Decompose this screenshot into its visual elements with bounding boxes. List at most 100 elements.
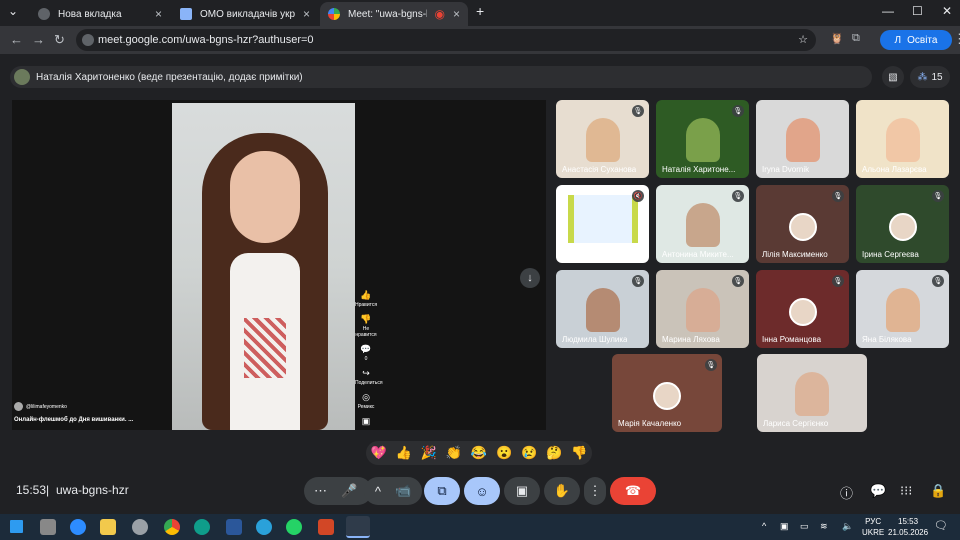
wifi-icon[interactable]: ≋ [820, 521, 828, 532]
participant-tile[interactable]: 🎙 Ірина Сергеєва [856, 185, 949, 263]
reaction-emoji-button[interactable]: 👎 [571, 445, 587, 461]
presented-video[interactable] [172, 103, 355, 430]
chrome-active-icon[interactable] [346, 516, 370, 538]
url-field[interactable]: meet.google.com/uwa-bgns-hzr?authuser=0 … [76, 29, 816, 51]
participant-tile[interactable]: 🎙 Яна Білякова [856, 270, 949, 348]
leave-call-button[interactable]: ☎ [610, 477, 656, 505]
participant-tile[interactable]: 🎙 Лілія Максименко [756, 185, 849, 263]
minimize-button[interactable]: — [882, 4, 894, 18]
participant-name: Марія Качаленко [618, 419, 682, 428]
emoji-button[interactable]: ☺ [464, 477, 500, 505]
like-icon[interactable]: 👍 [355, 290, 377, 301]
tab-search-icon[interactable]: ⌄ [8, 4, 18, 18]
tab-omo[interactable]: ОМО викладачів української × [172, 2, 318, 26]
volume-icon[interactable]: 🔈 [842, 521, 853, 532]
powerpoint-icon[interactable] [318, 519, 334, 535]
edge-icon[interactable] [194, 519, 210, 535]
reaction-emoji-button[interactable]: 🤔 [546, 445, 562, 461]
reaction-emoji-button[interactable]: 😂 [471, 445, 487, 461]
participant-tile[interactable]: 🎙 Інна Романцова [756, 270, 849, 348]
participant-name: Лариса Сергієнко [763, 419, 829, 428]
browser-tab-strip: ⌄ Нова вкладка × ОМО викладачів українсь… [0, 0, 960, 26]
participant-tile[interactable]: Iryna Dvornik [756, 100, 849, 178]
notifications-icon[interactable]: 🗨 [934, 519, 948, 532]
tab-new-tab[interactable]: Нова вкладка × [30, 2, 170, 26]
whatsapp-icon[interactable] [286, 519, 302, 535]
maximize-button[interactable]: ☐ [912, 4, 923, 18]
mic-off-icon: 🎙 [705, 359, 717, 371]
remix-icon[interactable]: ◎ [355, 392, 377, 403]
sound-icon[interactable]: ▣ [355, 416, 377, 427]
channel-avatar [14, 402, 23, 411]
participant-tile[interactable]: 🎙 Наталія Харитоне... [656, 100, 749, 178]
telegram-icon[interactable] [256, 519, 272, 535]
reload-icon[interactable]: ↻ [54, 32, 65, 48]
word-icon[interactable] [226, 519, 242, 535]
participant-name: Альона Лазарєва [862, 165, 927, 174]
mic-options-icon[interactable]: ⋯ [314, 483, 327, 499]
dislike-icon[interactable]: 👎 [355, 314, 377, 325]
profile-button[interactable]: Л Освіта [880, 30, 952, 50]
participant-tile[interactable]: Лариса Сергієнко [757, 354, 867, 432]
people-icon: ⁂ [917, 71, 928, 83]
reaction-emoji-button[interactable]: 😢 [521, 445, 537, 461]
mic-icon[interactable]: 🎤 [341, 483, 357, 499]
reaction-emoji-button[interactable]: 👏 [446, 445, 462, 461]
app-icon[interactable] [132, 519, 148, 535]
chrome-icon[interactable] [164, 519, 180, 535]
close-icon[interactable]: × [303, 7, 310, 21]
file-explorer-icon[interactable] [100, 519, 116, 535]
close-window-button[interactable]: ✕ [942, 4, 952, 18]
system-date: 21.05.2026 [888, 528, 929, 537]
bookmark-star-icon[interactable]: ☆ [798, 33, 808, 46]
reaction-emoji-button[interactable]: 💖 [370, 445, 386, 461]
participant-tile[interactable]: 🎙 Марина Ляхова [656, 270, 749, 348]
comment-icon[interactable]: 💬 [355, 344, 377, 355]
participant-tile[interactable]: Альона Лазарєва [856, 100, 949, 178]
present-button[interactable]: ▣ [504, 477, 540, 505]
mic-off-icon: 🎙 [932, 275, 944, 287]
back-icon[interactable]: ← [10, 32, 23, 47]
host-controls-icon[interactable]: 🔒 [930, 483, 946, 499]
captions-button[interactable]: ⧉ [424, 477, 460, 505]
stop-presenting-button[interactable]: ▧ [882, 66, 904, 88]
windows-start-icon[interactable] [10, 520, 23, 533]
participants-button[interactable]: ⁂ 15 [910, 66, 950, 88]
chevron-up-icon[interactable]: ^ [375, 484, 381, 499]
system-clock[interactable]: 15:53 21.05.2026 [888, 516, 928, 538]
tray-chevron-icon[interactable]: ^ [762, 521, 766, 531]
chat-icon[interactable]: 💬 [870, 483, 886, 499]
share-icon[interactable]: ↪ [355, 368, 377, 379]
zoom-icon[interactable] [70, 519, 86, 535]
extension-icon[interactable]: 🦉 [830, 32, 844, 45]
menu-icon[interactable]: ⋮ [953, 31, 960, 47]
participant-name: Ірина Сергеєва [862, 250, 919, 259]
apps-icon[interactable]: ⁝⁝⁝ [900, 483, 912, 499]
presenter-text: Наталія Харитоненко (веде презентацію, д… [36, 71, 303, 83]
new-tab-button[interactable]: + [476, 3, 484, 19]
reaction-emoji-button[interactable]: 👍 [396, 445, 412, 461]
more-options-button[interactable]: ⋮ [584, 477, 606, 505]
site-info-icon[interactable] [82, 34, 94, 46]
participant-tile[interactable]: 🎙 Людмила Шулика [556, 270, 649, 348]
camera-icon[interactable]: 📹 [395, 483, 411, 499]
language-indicator[interactable]: РУС UKRE [862, 516, 884, 538]
reaction-emoji-button[interactable]: 🎉 [421, 445, 437, 461]
tray-app-icon[interactable]: ▣ [780, 521, 789, 532]
participant-tile[interactable]: 🎙 Антонина Микитe... [656, 185, 749, 263]
scroll-down-button[interactable]: ↓ [520, 268, 540, 288]
meeting-time: 15:53 [16, 483, 47, 497]
raise-hand-button[interactable]: ✋ [544, 477, 580, 505]
participant-name: Наталія Харитоне... [662, 165, 736, 174]
close-icon[interactable]: × [155, 7, 162, 21]
participant-tile[interactable]: 🎙 Марія Качаленко [612, 354, 722, 432]
close-icon[interactable]: × [453, 7, 460, 21]
info-icon[interactable]: ⓘ [840, 483, 853, 502]
participant-tile[interactable]: 🔇 Лариса Сергієнко ... [556, 185, 649, 263]
tab-meet[interactable]: Meet: "uwa-bgns-hzr" ◉ × [320, 2, 468, 26]
app-icon[interactable] [40, 519, 56, 535]
participant-tile[interactable]: 🎙 Анастасія Суханова [556, 100, 649, 178]
forward-icon[interactable]: → [32, 32, 45, 47]
reaction-emoji-button[interactable]: 😮 [496, 445, 512, 461]
puzzle-icon[interactable]: ⧉ [852, 32, 860, 45]
